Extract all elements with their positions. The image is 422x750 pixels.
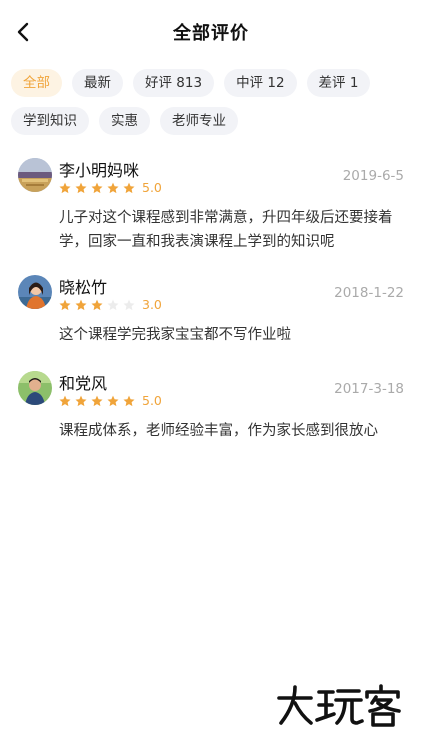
page-title: 全部评价 (173, 23, 249, 44)
filter-tag-positive[interactable]: 好评 813 (133, 69, 215, 97)
review-item: 和党风 2017-3-18 5.0 课程成体系，老师经验丰富，作为家长感到很放心 (0, 367, 422, 463)
review-content: 这个课程学完我家宝宝都不写作业啦 (59, 327, 291, 343)
avatar-image (18, 371, 52, 405)
filter-tags: 全部 最新 好评 813 中评 12 差评 1 学到知识 实惠 老师专业 (11, 69, 411, 145)
filter-row-1: 全部 最新 好评 813 中评 12 差评 1 (11, 69, 411, 97)
review-item: 李小明妈咪 2019-6-5 5.0 儿子对这个课程感到非常满意，升四年级后还要… (0, 154, 422, 271)
review-date: 2017-3-18 (334, 381, 404, 397)
filter-tag-affordable[interactable]: 实惠 (99, 107, 150, 135)
reviewer-name: 李小明妈咪 (59, 161, 140, 180)
star-icon (91, 395, 103, 407)
star-icon (91, 299, 103, 311)
rating-score: 5.0 (142, 393, 162, 408)
avatar[interactable] (18, 371, 52, 405)
star-icon (123, 182, 135, 194)
rating-score: 3.0 (142, 297, 162, 312)
star-icon (123, 299, 135, 311)
filter-tag-negative[interactable]: 差评 1 (306, 69, 371, 97)
filter-tag-neutral[interactable]: 中评 12 (224, 69, 297, 97)
avatar-image (18, 158, 52, 192)
rating-score: 5.0 (142, 180, 162, 195)
review-content: 儿子对这个课程感到非常满意，升四年级后还要接着学，回家一直和我表演课程上学到的知… (59, 210, 393, 250)
star-icon (107, 395, 119, 407)
header: 全部评价 (0, 0, 422, 64)
filter-tag-professional-teacher[interactable]: 老师专业 (160, 107, 238, 135)
reviewer-name: 和党风 (59, 374, 108, 393)
star-icon (59, 299, 71, 311)
star-icon (91, 182, 103, 194)
review-content: 课程成体系，老师经验丰富，作为家长感到很放心 (59, 423, 378, 439)
review-list: 李小明妈咪 2019-6-5 5.0 儿子对这个课程感到非常满意，升四年级后还要… (0, 154, 422, 463)
star-icon (107, 299, 119, 311)
star-icon (107, 182, 119, 194)
filter-tag-all[interactable]: 全部 (11, 69, 62, 97)
star-icon (75, 395, 87, 407)
review-item: 晓松竹 2018-1-22 3.0 这个课程学完我家宝宝都不写作业啦 (0, 271, 422, 367)
star-icon (59, 182, 71, 194)
avatar-image (18, 275, 52, 309)
watermark-logo (275, 683, 405, 727)
review-date: 2018-1-22 (334, 285, 404, 301)
star-icon (123, 395, 135, 407)
star-icon (75, 182, 87, 194)
brand-logo (277, 684, 401, 727)
star-rating: 5.0 (59, 393, 162, 408)
filter-row-2: 学到知识 实惠 老师专业 (11, 107, 411, 135)
reviews-page: 全部评价 全部 最新 好评 813 中评 12 差评 1 学到知识 实惠 老师专… (0, 0, 422, 750)
star-icon (75, 299, 87, 311)
filter-tag-knowledge[interactable]: 学到知识 (11, 107, 89, 135)
avatar[interactable] (18, 275, 52, 309)
star-icon (59, 395, 71, 407)
review-date: 2019-6-5 (342, 168, 404, 184)
star-rating: 5.0 (59, 180, 162, 195)
avatar[interactable] (18, 158, 52, 192)
reviewer-name: 晓松竹 (59, 278, 108, 297)
filter-tag-latest[interactable]: 最新 (72, 69, 123, 97)
star-rating: 3.0 (59, 297, 162, 312)
